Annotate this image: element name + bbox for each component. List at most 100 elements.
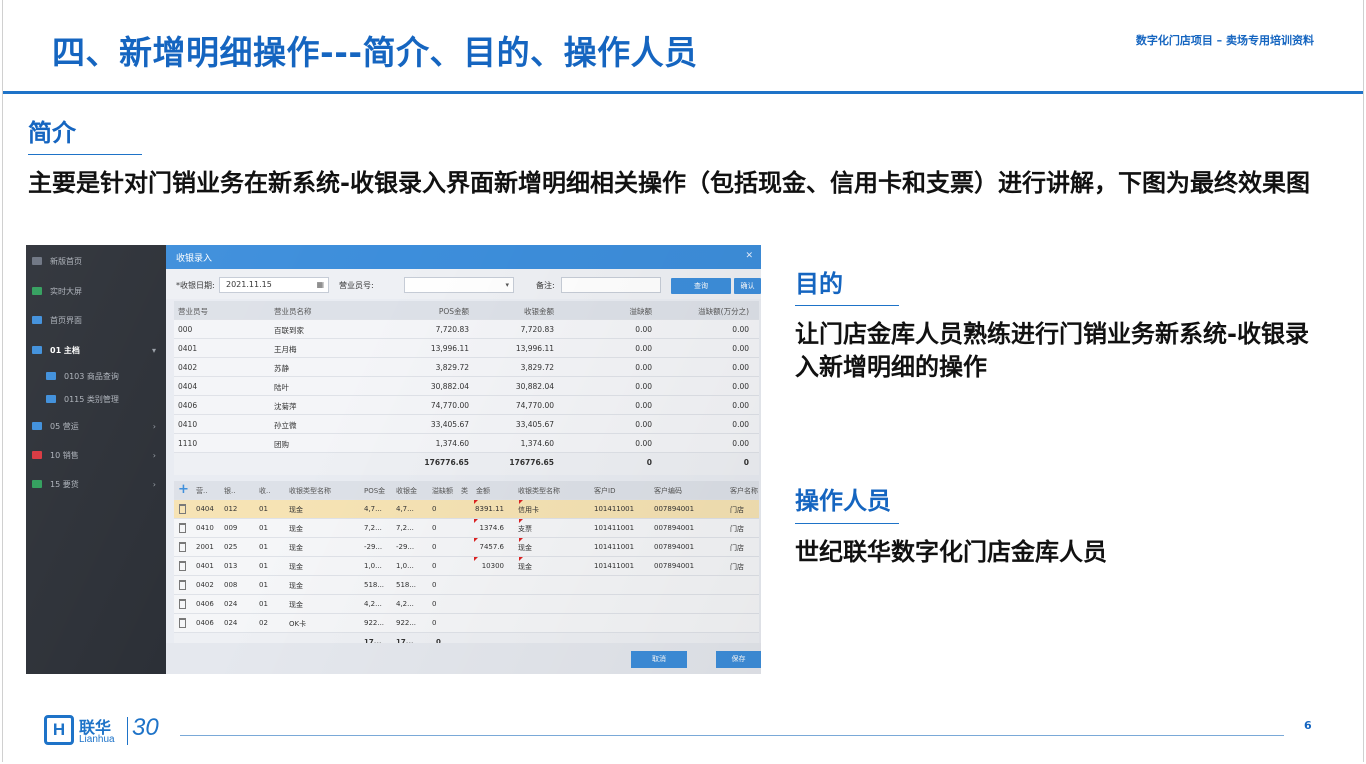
query-button[interactable]: 查询 bbox=[671, 278, 731, 294]
chevron-icon: › bbox=[152, 479, 156, 489]
table-cell: 0.00 bbox=[732, 344, 749, 353]
close-icon[interactable]: ✕ bbox=[745, 251, 753, 261]
table-cell: 0406 bbox=[196, 619, 214, 627]
table-cell: 门店 bbox=[730, 525, 744, 533]
confirm-button[interactable]: 确认 bbox=[734, 278, 761, 294]
add-row-icon[interactable]: + bbox=[178, 482, 189, 497]
date-field[interactable]: 2021.11.15 ▦ bbox=[219, 277, 329, 293]
table-cell: 1110 bbox=[178, 439, 198, 448]
table-cell: 02 bbox=[259, 619, 268, 627]
table-cell: 门店 bbox=[730, 506, 744, 514]
trash-icon[interactable] bbox=[179, 523, 186, 533]
clerk-select[interactable]: ▾ bbox=[404, 277, 514, 293]
home-icon bbox=[32, 257, 42, 265]
table-row[interactable]: 0402 008 01 现金 518... 518... 0 bbox=[174, 576, 759, 595]
logo-mark-icon: H bbox=[44, 715, 74, 745]
sidebar-item[interactable]: 10 销售 › bbox=[26, 444, 166, 466]
cart-icon bbox=[32, 451, 42, 459]
table-row[interactable]: 0404 012 01 现金 4,7... 4,7... 0 8391.11 信用卡 101411… bbox=[174, 500, 759, 519]
table-cell: 4,7... bbox=[364, 505, 382, 513]
table-row[interactable]: 0406 024 01 现金 4,2... 4,2... 0 bbox=[174, 595, 759, 614]
table-row[interactable]: 0401 013 01 现金 1,0... 1,0... 0 10300 现金 101411001… bbox=[174, 557, 759, 576]
sidebar-item[interactable]: 0115 类别管理 bbox=[26, 388, 166, 410]
table-cell: 0 bbox=[432, 619, 437, 627]
table-row[interactable]: 1110 团购 1,374.60 1,374.60 0.00 0.00 bbox=[174, 434, 759, 453]
table-cell: -29... bbox=[396, 543, 415, 551]
table-row[interactable]: 000 百联到家 7,720.83 7,720.83 0.00 0.00 bbox=[174, 320, 759, 339]
table-row[interactable]: 0401 王月梅 13,996.11 13,996.11 0.00 0.00 bbox=[174, 339, 759, 358]
table-cell: 0410 bbox=[196, 524, 214, 532]
filter-bar: *收银日期: 2021.11.15 ▦ 营业员号: ▾ 备注: 查询 确认 bbox=[166, 269, 761, 299]
intro-label: 简介 bbox=[28, 119, 76, 147]
table-row[interactable]: 0406 024 02 OK卡 922... 922... 0 bbox=[174, 614, 759, 633]
table-cell: 现金 bbox=[289, 563, 303, 571]
table-row[interactable]: 0406 沈菊萍 74,770.00 74,770.00 0.00 0.00 bbox=[174, 396, 759, 415]
table-cell: 0.00 bbox=[635, 401, 652, 410]
table-cell: 0 bbox=[432, 600, 437, 608]
sidebar-item-label: 0115 类别管理 bbox=[64, 394, 119, 404]
table-cell: 1,0... bbox=[364, 562, 382, 570]
sidebar-item-label: 15 要货 bbox=[50, 479, 79, 489]
table-cell: 101411001 bbox=[594, 543, 635, 551]
table-row[interactable]: 0410 孙立微 33,405.67 33,405.67 0.00 0.00 bbox=[174, 415, 759, 434]
table-cell: 0402 bbox=[196, 581, 214, 589]
purpose-text: 让门店金库人员熟练进行门销业务新系统-收银录入新增明细的操作 bbox=[795, 320, 1309, 381]
table-row[interactable]: 0404 陆叶 30,882.04 30,882.04 0.00 0.00 bbox=[174, 377, 759, 396]
sidebar-item[interactable]: 首页界面 bbox=[26, 309, 166, 331]
table-cell: 0.00 bbox=[732, 439, 749, 448]
column-header: 银.. bbox=[224, 487, 236, 495]
operators-underline bbox=[795, 523, 899, 524]
sidebar-item[interactable]: 0103 商品查询 bbox=[26, 365, 166, 387]
sidebar-item[interactable]: 15 要货 › bbox=[26, 473, 166, 495]
total-cell: 0 bbox=[646, 458, 652, 467]
logo-30-anniversary: 30 bbox=[132, 714, 159, 741]
column-header: 溢缺额 bbox=[432, 487, 453, 495]
trash-icon[interactable] bbox=[179, 542, 186, 552]
table-cell: 现金 bbox=[289, 544, 303, 552]
table-row[interactable]: 2001 025 01 现金 -29... -29... 0 7457.6 现金 10141100… bbox=[174, 538, 759, 557]
table-cell: 0.00 bbox=[635, 382, 652, 391]
slide-title: 四、新增明细操作---简介、目的、操作人员 bbox=[52, 33, 698, 72]
note-input[interactable] bbox=[561, 277, 661, 293]
table-cell: 518... bbox=[396, 581, 417, 589]
table-cell: 74,770.00 bbox=[430, 401, 469, 410]
table-cell: 7457.6 bbox=[479, 543, 505, 551]
column-header: 收.. bbox=[259, 487, 271, 495]
trash-icon[interactable] bbox=[179, 580, 186, 590]
save-button[interactable]: 保存 bbox=[716, 651, 761, 668]
trash-icon[interactable] bbox=[179, 504, 186, 514]
table-cell: 1,374.60 bbox=[435, 439, 469, 448]
page-number: 6 bbox=[1304, 719, 1312, 732]
table-row[interactable]: 0402 苏静 3,829.72 3,829.72 0.00 0.00 bbox=[174, 358, 759, 377]
table-row[interactable]: 0410 009 01 现金 7,2... 7,2... 0 1374.6 支票 10141100… bbox=[174, 519, 759, 538]
detail-header-row: + 营.. 银.. 收.. 收银类型名称 POS金 收银金 溢缺额类金额 收银类型名称 客户ID 客… bbox=[174, 481, 759, 500]
table-cell: 922... bbox=[396, 619, 417, 627]
table-cell: 0402 bbox=[178, 363, 198, 372]
table-cell: 0.00 bbox=[732, 420, 749, 429]
trash-icon[interactable] bbox=[179, 618, 186, 628]
table-cell: 王月梅 bbox=[274, 345, 297, 354]
table-cell: 0.00 bbox=[635, 344, 652, 353]
table-cell: 0.00 bbox=[732, 382, 749, 391]
summary-table: 营业员号 营业员名称 POS金额 收银金额 溢缺额 溢缺额(万分之) 000 百联到家 7,72… bbox=[174, 301, 759, 475]
lianhua-logo: H 联华 Lianhua 30 bbox=[44, 714, 184, 748]
sidebar-item[interactable]: 实时大屏 bbox=[26, 280, 166, 302]
trash-icon[interactable] bbox=[179, 561, 186, 571]
table-cell: 008 bbox=[224, 581, 238, 589]
cancel-button[interactable]: 取消 bbox=[631, 651, 687, 668]
table-cell: 0410 bbox=[178, 420, 198, 429]
sidebar-item[interactable]: 新版首页 bbox=[26, 250, 166, 272]
table-cell: 0 bbox=[432, 581, 437, 589]
table-cell: 000 bbox=[178, 325, 193, 334]
table-cell: OK卡 bbox=[289, 620, 307, 628]
folder-icon bbox=[32, 480, 42, 488]
trash-icon[interactable] bbox=[179, 599, 186, 609]
table-cell: 007894001 bbox=[654, 524, 695, 532]
table-cell: 0.00 bbox=[732, 325, 749, 334]
table-cell: 1,0... bbox=[396, 562, 414, 570]
calendar-icon[interactable]: ▦ bbox=[316, 278, 324, 292]
table-cell: 101411001 bbox=[594, 505, 635, 513]
sidebar-item[interactable]: 01 主档 ▾ bbox=[26, 339, 166, 361]
purpose-underline bbox=[795, 305, 899, 306]
sidebar-item[interactable]: 05 营运 › bbox=[26, 415, 166, 437]
